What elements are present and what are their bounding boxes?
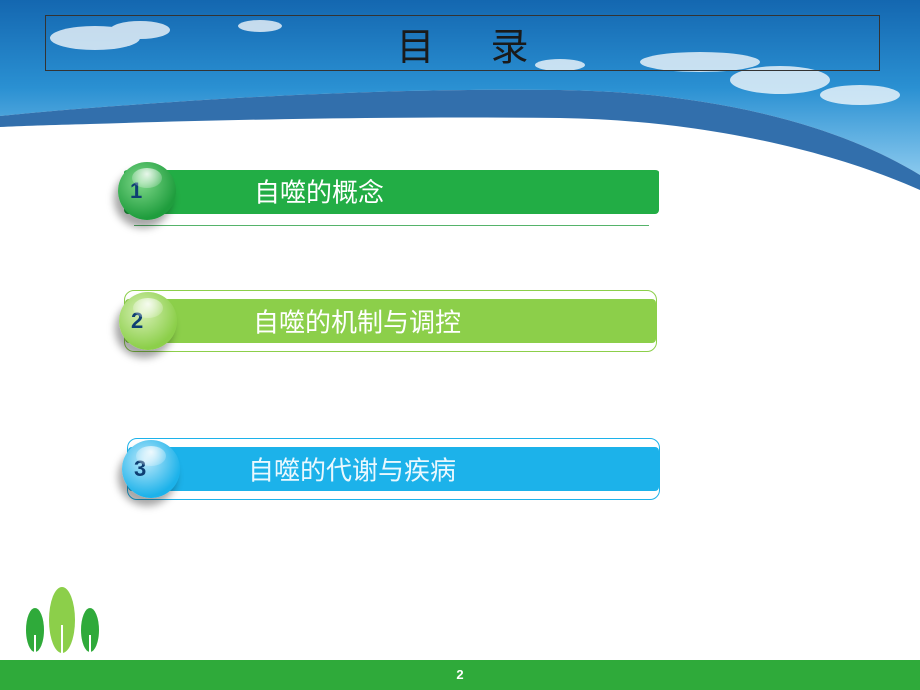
page-number: 2 [456, 667, 464, 682]
toc-item-2-label: 自噬的机制与调控 [253, 308, 462, 339]
number-ball-3: 3 [122, 440, 180, 498]
title-box: 目 录 [45, 15, 880, 71]
page-title: 目 录 [396, 24, 551, 69]
number-ball-2: 2 [119, 292, 177, 350]
number-ball-1: 1 [118, 162, 176, 220]
toc-item-3[interactable]: 3 自噬的代谢与疾病 [122, 438, 660, 500]
toc-item-2[interactable]: 2 自噬的机制与调控 [119, 290, 657, 352]
toc-item-3-label: 自噬的代谢与疾病 [248, 456, 457, 487]
toc-item-1-bar [124, 168, 659, 214]
toc-item-1-label: 自噬的概念 [254, 178, 385, 209]
toc-item-1[interactable]: 1 自噬的概念 [118, 160, 659, 226]
trees-logo-icon [26, 587, 99, 660]
